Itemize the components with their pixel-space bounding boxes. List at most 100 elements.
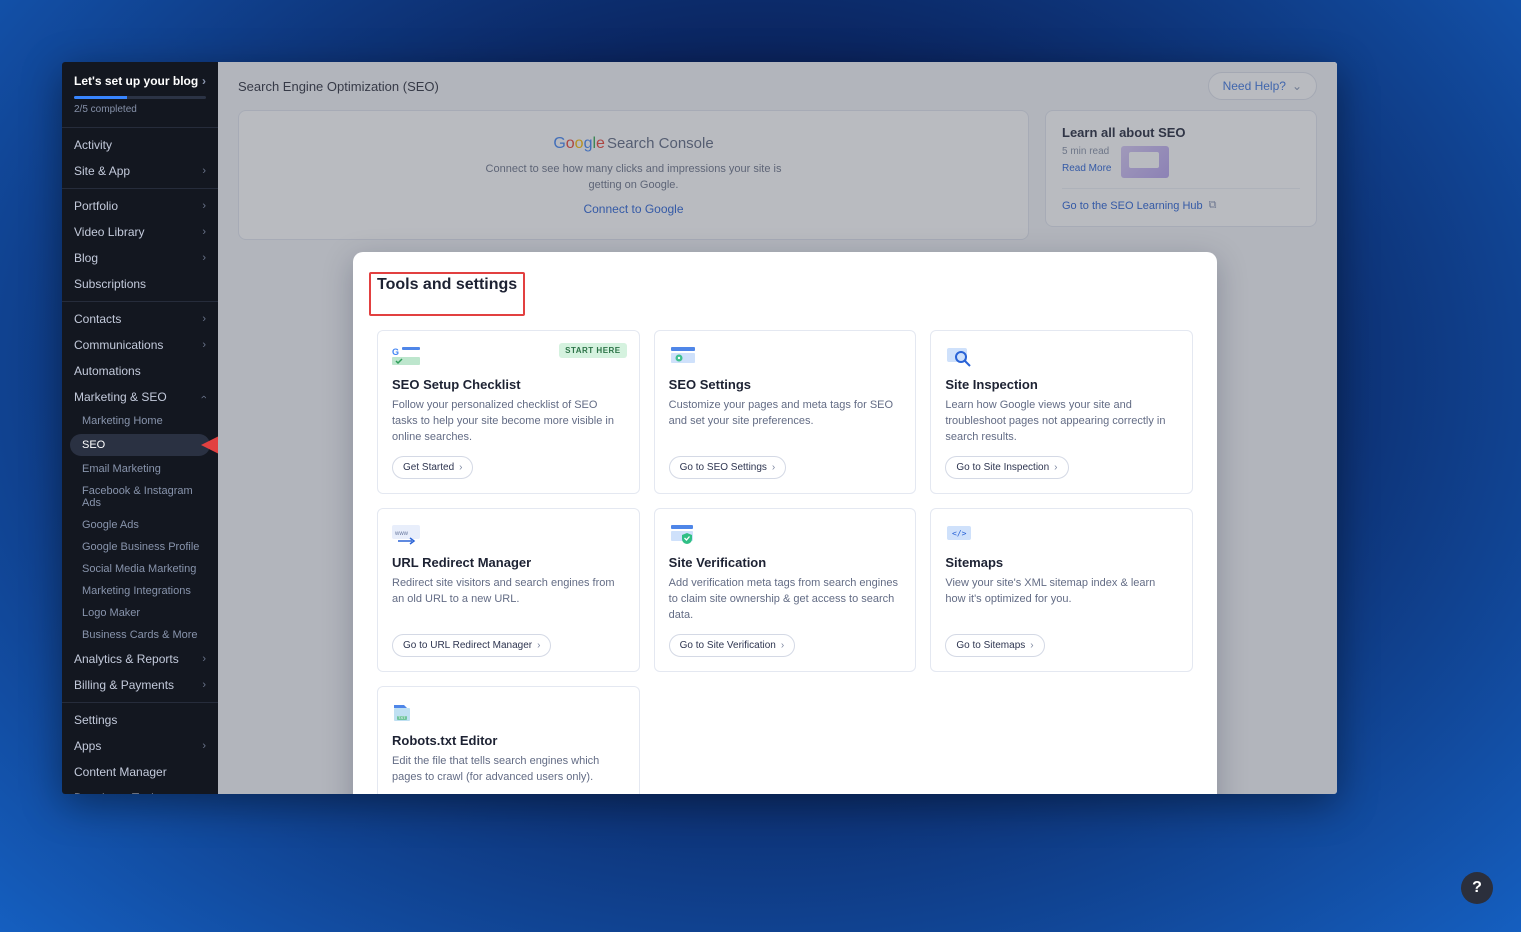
card-title: SEO Settings xyxy=(669,377,902,392)
setup-block[interactable]: Let's set up your blog › 2/5 completed xyxy=(62,62,218,123)
svg-text:www: www xyxy=(394,531,409,537)
nav-settings[interactable]: Settings xyxy=(62,707,218,733)
tool-card-sitemaps: </> Sitemaps View your site's XML sitemap … xyxy=(930,508,1193,672)
card-title: Sitemaps xyxy=(945,555,1178,570)
sub-seo[interactable]: SEO xyxy=(70,434,210,456)
sub-fb-ig-ads[interactable]: Facebook & Instagram Ads xyxy=(62,480,218,514)
divider xyxy=(62,127,218,128)
chevron-right-icon: › xyxy=(202,252,206,264)
chevron-right-icon: › xyxy=(537,640,540,651)
nav-automations[interactable]: Automations xyxy=(62,358,218,384)
redirect-icon: www xyxy=(392,523,424,543)
svg-text:</>: </> xyxy=(952,529,967,538)
card-description: Redirect site visitors and search engine… xyxy=(392,576,625,624)
chevron-right-icon: › xyxy=(202,200,206,212)
section-title: Tools and settings xyxy=(377,276,517,294)
chevron-right-icon: › xyxy=(202,792,206,794)
sub-logo-maker[interactable]: Logo Maker xyxy=(62,602,218,624)
main-content: Search Engine Optimization (SEO) Need He… xyxy=(218,62,1337,794)
card-description: View your site's XML sitemap index & lea… xyxy=(945,576,1178,624)
chevron-right-icon: › xyxy=(202,740,206,752)
tool-card-seo-settings: SEO Settings Customize your pages and met… xyxy=(654,330,917,494)
page-title: Search Engine Optimization (SEO) xyxy=(238,79,439,94)
card-title: SEO Setup Checklist xyxy=(392,377,625,392)
nav-developer-tools[interactable]: Developer Tools› xyxy=(62,785,218,794)
learn-meta: 5 min read xyxy=(1062,146,1111,157)
card-title: Site Inspection xyxy=(945,377,1178,392)
help-fab[interactable]: ? xyxy=(1461,872,1493,904)
chevron-right-icon: › xyxy=(772,462,775,473)
sub-email-marketing[interactable]: Email Marketing xyxy=(62,458,218,480)
nav-apps[interactable]: Apps› xyxy=(62,733,218,759)
nav-portfolio[interactable]: Portfolio› xyxy=(62,193,218,219)
chevron-right-icon: › xyxy=(202,74,206,88)
start-here-badge: START HERE xyxy=(559,343,627,358)
learn-title: Learn all about SEO xyxy=(1062,125,1300,140)
nav-video[interactable]: Video Library› xyxy=(62,219,218,245)
chevron-right-icon: › xyxy=(202,679,206,691)
chevron-right-icon: › xyxy=(202,313,206,325)
google-logo: GoogleSearch Console xyxy=(553,135,713,153)
cards-grid: GSTART HERESEO Setup ChecklistFollow you… xyxy=(377,330,1193,794)
inspect-icon xyxy=(945,345,977,365)
nav-marketing-seo[interactable]: Marketing & SEO› xyxy=(62,384,218,410)
card-action-button[interactable]: Go to SEO Settings› xyxy=(669,456,787,479)
nav-site-app[interactable]: Site & App› xyxy=(62,158,218,184)
chevron-up-icon: › xyxy=(198,395,210,399)
sub-google-business[interactable]: Google Business Profile xyxy=(62,536,218,558)
nav-blog[interactable]: Blog› xyxy=(62,245,218,271)
verify-icon xyxy=(669,523,701,543)
nav-subscriptions[interactable]: Subscriptions xyxy=(62,271,218,297)
gear-icon xyxy=(669,345,701,365)
chevron-right-icon: › xyxy=(202,165,206,177)
sitemap-icon: </> xyxy=(945,523,977,543)
sidebar: Let's set up your blog › 2/5 completed A… xyxy=(62,62,218,794)
callout-arrow-icon xyxy=(198,436,218,454)
sub-business-cards[interactable]: Business Cards & More xyxy=(62,624,218,646)
card-action-button[interactable]: Go to URL Redirect Manager› xyxy=(392,634,551,657)
read-more-link[interactable]: Read More xyxy=(1062,163,1111,174)
learn-thumbnail xyxy=(1121,146,1169,178)
robots-icon: TXT xyxy=(392,701,424,721)
card-action-button[interactable]: Go to Site Inspection› xyxy=(945,456,1068,479)
sub-google-ads[interactable]: Google Ads xyxy=(62,514,218,536)
nav-content-manager[interactable]: Content Manager xyxy=(62,759,218,785)
card-description: Add verification meta tags from search e… xyxy=(669,576,902,624)
setup-completed: 2/5 completed xyxy=(74,104,206,115)
chevron-right-icon: › xyxy=(202,653,206,665)
tool-card-site-inspection: Site Inspection Learn how Google views yo… xyxy=(930,330,1193,494)
chevron-right-icon: › xyxy=(202,339,206,351)
chevron-right-icon: › xyxy=(1054,462,1057,473)
card-title: URL Redirect Manager xyxy=(392,555,625,570)
page-body: GoogleSearch Console Connect to see how … xyxy=(218,110,1337,260)
sub-social-media[interactable]: Social Media Marketing xyxy=(62,558,218,580)
chevron-right-icon: › xyxy=(781,640,784,651)
card-title: Site Verification xyxy=(669,555,902,570)
nav-communications[interactable]: Communications› xyxy=(62,332,218,358)
need-help-button[interactable]: Need Help? ⌄ xyxy=(1208,72,1317,100)
chevron-right-icon: › xyxy=(1030,640,1033,651)
checklist-icon: G xyxy=(392,345,424,365)
sub-marketing-home[interactable]: Marketing Home xyxy=(62,410,218,432)
card-action-button[interactable]: Go to Sitemaps› xyxy=(945,634,1044,657)
card-description: Learn how Google views your site and tro… xyxy=(945,398,1178,446)
tool-card-site-verification: Site Verification Add verification meta t… xyxy=(654,508,917,672)
nav-analytics[interactable]: Analytics & Reports› xyxy=(62,646,218,672)
card-description: Customize your pages and meta tags for S… xyxy=(669,398,902,446)
seo-learning-hub-link[interactable]: Go to the SEO Learning Hub ⧉ xyxy=(1062,188,1300,212)
setup-progress xyxy=(74,96,206,99)
connect-to-google-link[interactable]: Connect to Google xyxy=(583,202,683,216)
section-title-highlight: Tools and settings xyxy=(369,272,525,316)
nav-billing[interactable]: Billing & Payments› xyxy=(62,672,218,698)
nav-activity[interactable]: Activity xyxy=(62,132,218,158)
app-window: Let's set up your blog › 2/5 completed A… xyxy=(62,62,1337,794)
tool-card-robots-txt-editor: TXTRobots.txt EditorEdit the file that t… xyxy=(377,686,640,794)
card-action-button[interactable]: Get Started› xyxy=(392,456,473,479)
gsc-description: Connect to see how many clicks and impre… xyxy=(479,161,789,194)
card-action-button[interactable]: Go to Site Verification› xyxy=(669,634,796,657)
nav-contacts[interactable]: Contacts› xyxy=(62,306,218,332)
learn-seo-card: Learn all about SEO 5 min read Read More… xyxy=(1045,110,1317,227)
svg-text:TXT: TXT xyxy=(398,715,406,720)
sub-marketing-integrations[interactable]: Marketing Integrations xyxy=(62,580,218,602)
tools-and-settings-panel: Tools and settings G START HERE SEO Setup … xyxy=(353,252,1217,794)
